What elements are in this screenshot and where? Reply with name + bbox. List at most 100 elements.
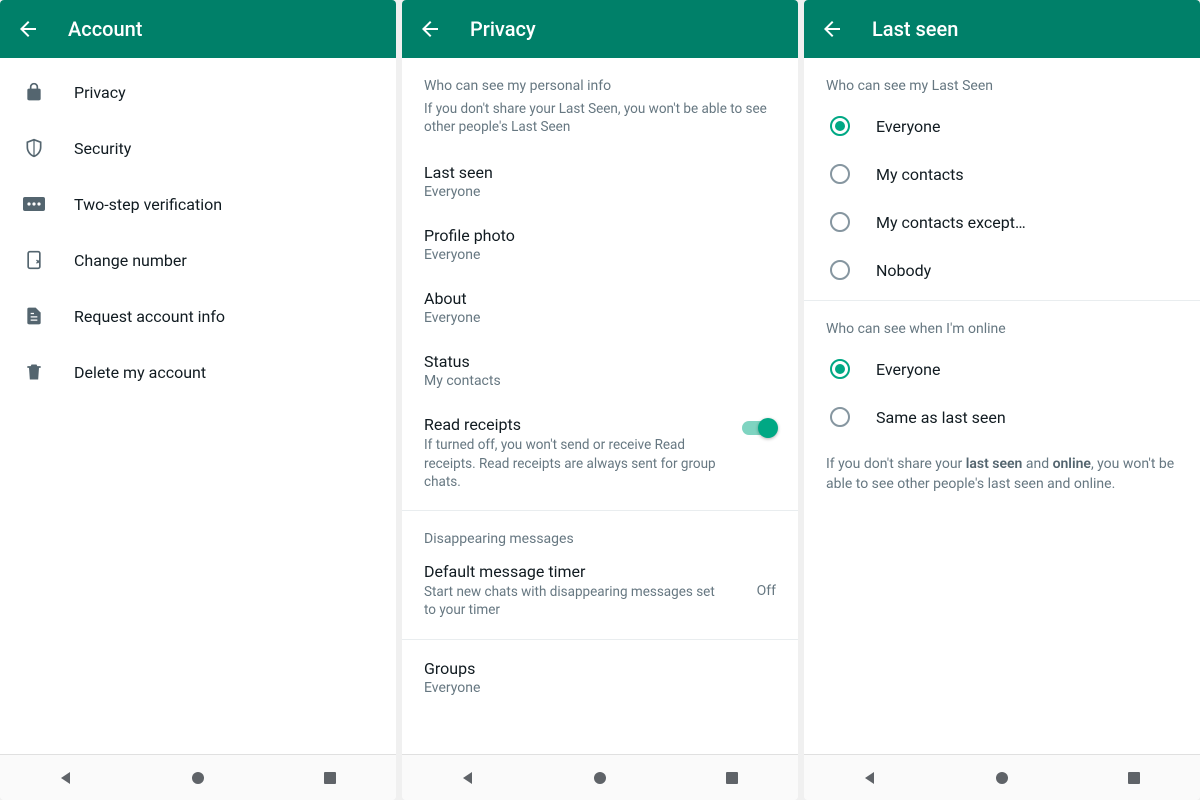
last-seen-list: Who can see my Last Seen Everyone My con… [804,58,1200,754]
privacy-list: Who can see my personal info If you don'… [402,58,798,754]
nav-back-button[interactable] [457,767,479,789]
radio-option-my-contacts[interactable]: My contacts [804,150,1200,198]
priv-value: Off [757,583,776,599]
shield-icon [22,136,46,160]
trash-icon [22,360,46,384]
radio-icon [830,260,850,280]
privacy-item-last-seen[interactable]: Last seen Everyone [402,150,798,213]
priv-title: Status [424,352,776,371]
privacy-item-groups[interactable]: Groups Everyone [402,646,798,709]
privacy-item-profile-photo[interactable]: Profile photo Everyone [402,213,798,276]
account-item-label: Delete my account [74,363,206,382]
footnote-bold: last seen [966,456,1023,472]
circle-icon [994,770,1010,786]
radio-option-everyone[interactable]: Everyone [804,102,1200,150]
nav-recents-button[interactable] [1123,767,1145,789]
android-navbar [804,754,1200,800]
radio-label: My contacts [876,165,964,184]
privacy-item-read-receipts[interactable]: Read receipts If turned off, you won't s… [402,402,798,504]
toggle-thumb [758,418,778,438]
footnote: If you don't share your last seen and on… [804,441,1200,508]
section-header-personal-info: Who can see my personal info [402,64,798,96]
privacy-item-status[interactable]: Status My contacts [402,339,798,402]
section-header-online: Who can see when I'm online [804,307,1200,345]
last-seen-screen: Last seen Who can see my Last Seen Every… [804,0,1200,800]
triangle-left-icon [460,770,476,786]
appbar-title: Privacy [470,17,536,41]
priv-title: Default message timer [424,562,776,581]
account-item-request-info[interactable]: Request account info [0,288,396,344]
square-icon [1127,771,1141,785]
radio-option-online-everyone[interactable]: Everyone [804,345,1200,393]
circle-icon [190,770,206,786]
privacy-item-about[interactable]: About Everyone [402,276,798,339]
nav-recents-button[interactable] [721,767,743,789]
account-item-label: Two-step verification [74,195,222,214]
privacy-item-default-timer[interactable]: Default message timer Start new chats wi… [402,549,798,632]
priv-desc: If turned off, you won't send or receive… [424,436,776,491]
arrow-left-icon [16,17,40,41]
radio-icon [830,212,850,232]
nav-home-button[interactable] [187,767,209,789]
radio-label: Same as last seen [876,408,1006,427]
android-navbar [402,754,798,800]
circle-icon [592,770,608,786]
account-item-privacy[interactable]: Privacy [0,64,396,120]
triangle-left-icon [58,770,74,786]
section-header-last-seen: Who can see my Last Seen [804,64,1200,102]
radio-option-nobody[interactable]: Nobody [804,246,1200,294]
section-subtext: If you don't share your Last Seen, you w… [402,96,798,150]
footnote-text: If you don't share your [826,456,966,472]
divider [402,639,798,640]
android-navbar [0,754,396,800]
doc-icon [22,304,46,328]
priv-value: Everyone [424,184,776,200]
account-item-security[interactable]: Security [0,120,396,176]
radio-label: Everyone [876,360,940,379]
nav-home-button[interactable] [589,767,611,789]
section-header-disappearing: Disappearing messages [402,517,798,549]
account-item-delete[interactable]: Delete my account [0,344,396,400]
appbar-title: Last seen [872,17,958,41]
nav-home-button[interactable] [991,767,1013,789]
privacy-screen: Privacy Who can see my personal info If … [402,0,798,800]
divider [402,510,798,511]
radio-icon [830,359,850,379]
account-item-two-step[interactable]: Two-step verification [0,176,396,232]
priv-title: Profile photo [424,226,776,245]
radio-icon [830,407,850,427]
priv-value: Everyone [424,680,776,696]
pin-icon [22,192,46,216]
footnote-bold: online [1053,456,1091,472]
triangle-left-icon [862,770,878,786]
account-screen: Account Privacy Security Two-step verifi… [0,0,396,800]
arrow-left-icon [820,17,844,41]
priv-value: Everyone [424,310,776,326]
radio-label: Nobody [876,261,931,280]
account-item-label: Request account info [74,307,225,326]
radio-option-my-contacts-except[interactable]: My contacts except… [804,198,1200,246]
square-icon [323,771,337,785]
account-list: Privacy Security Two-step verification C… [0,58,396,754]
priv-desc: Start new chats with disappearing messag… [424,583,776,619]
nav-recents-button[interactable] [319,767,341,789]
back-button[interactable] [16,17,40,41]
priv-title: About [424,289,776,308]
nav-back-button[interactable] [55,767,77,789]
account-item-change-number[interactable]: Change number [0,232,396,288]
read-receipts-toggle[interactable] [742,418,778,438]
arrow-left-icon [418,17,442,41]
account-item-label: Privacy [74,83,126,102]
divider [804,300,1200,301]
account-item-label: Change number [74,251,187,270]
radio-option-online-same-as-last-seen[interactable]: Same as last seen [804,393,1200,441]
priv-title: Groups [424,659,776,678]
lock-icon [22,80,46,104]
nav-back-button[interactable] [859,767,881,789]
radio-icon [830,164,850,184]
radio-label: My contacts except… [876,213,1026,232]
account-item-label: Security [74,139,131,158]
back-button[interactable] [418,17,442,41]
back-button[interactable] [820,17,844,41]
footnote-text: and [1022,456,1052,472]
